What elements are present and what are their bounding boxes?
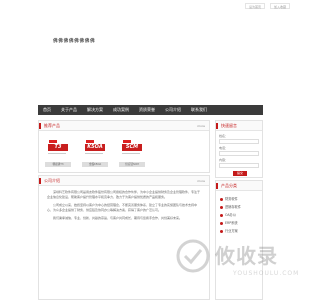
list-item-label: OA办公	[225, 213, 237, 217]
product-name: T3	[48, 144, 68, 151]
nav-item-contact[interactable]: 联系我们	[186, 105, 212, 115]
product-caption[interactable]: 供应链SCM	[119, 162, 145, 167]
accent-bar	[39, 178, 41, 184]
product-card[interactable]: K5OA 金蝶K5OA	[82, 138, 108, 167]
brand-tag	[123, 140, 131, 143]
product-image[interactable]: K5OA	[82, 138, 108, 160]
product-card[interactable]: SCM 供应链SCM	[119, 138, 145, 167]
bullet-icon	[220, 205, 223, 209]
bullet-icon	[220, 213, 223, 217]
panel-header: 推荐产品 more	[39, 121, 209, 131]
list-item[interactable]: ERP系统	[220, 219, 241, 227]
list-item-label: 财务软件	[225, 197, 238, 201]
bullet-icon	[220, 197, 223, 201]
panel-title: 产品分类	[221, 183, 237, 188]
category-list: 财务软件 进销存软件 OA办公 ERP系统 行业方案	[220, 195, 241, 235]
accent-bar	[216, 123, 218, 129]
more-link[interactable]: more	[197, 179, 205, 183]
phone-field[interactable]	[219, 151, 259, 156]
intro-paragraph: 公司成立以来，始终坚持以客户为中心的经营理念，不断完善服务体系，建立了专业的实施…	[47, 203, 198, 212]
product-name: SCM	[122, 144, 142, 151]
nav-item-cases[interactable]: 成功案例	[108, 105, 134, 115]
panel-title: 公司介绍	[44, 178, 60, 183]
list-item[interactable]: 财务软件	[220, 195, 241, 203]
nav-item-solutions[interactable]: 解决方案	[82, 105, 108, 115]
intro-text: 深圳科艺软件有限公司是用友软件股份有限公司授权的合作伙伴，为中小企业提供财务及企…	[47, 190, 201, 224]
list-item[interactable]: 进销存软件	[220, 203, 241, 211]
watermark-subtext: YOUSHOULU.COM	[233, 270, 300, 277]
name-field[interactable]	[219, 139, 259, 144]
nav-item-products[interactable]: 关于产品	[56, 105, 82, 115]
brand-tag	[86, 140, 94, 143]
submit-button[interactable]: 提交	[233, 171, 247, 176]
content-label: 内容：	[219, 158, 229, 162]
site-title: 佛佛佛佛佛佛佛佛	[53, 39, 96, 44]
product-image[interactable]: T3	[45, 138, 71, 160]
watermark-logo-icon	[176, 239, 210, 273]
nav-item-about[interactable]: 公司介绍	[160, 105, 186, 115]
panel-title: 推荐产品	[44, 123, 60, 128]
product-card[interactable]: T3 畅捷通T3	[45, 138, 71, 167]
accent-bar	[39, 123, 41, 129]
list-item-label: 进销存软件	[225, 205, 241, 209]
divider	[122, 153, 140, 154]
recommended-products-panel: 推荐产品 more T3 畅捷通T3 K5OA 金蝶K5OA SCM 供应链SC…	[38, 120, 210, 173]
product-caption[interactable]: 金蝶K5OA	[82, 162, 108, 167]
watermark-text: 攸收录	[215, 244, 278, 268]
panel-title: 快速留言	[221, 123, 237, 128]
product-image[interactable]: SCM	[119, 138, 145, 160]
intro-paragraph: 我们秉承诚信、专业、创新、共赢的宗旨，与客户共同成长，期待与您携手合作，共创美好…	[53, 216, 183, 220]
list-item[interactable]: OA办公	[220, 211, 241, 219]
quick-message-panel: 快速留言 姓名： 电话： 内容： 提交	[215, 120, 263, 178]
site-header: 佛佛佛佛佛佛佛佛	[0, 0, 300, 95]
accent-bar	[216, 183, 218, 189]
name-label: 姓名：	[219, 134, 229, 138]
list-item-label: ERP系统	[225, 221, 238, 225]
panel-header: 公司介绍 more	[39, 176, 209, 186]
brand-tag	[49, 140, 57, 143]
product-name: K5OA	[85, 144, 105, 151]
panel-header: 产品分类	[216, 181, 262, 191]
product-caption[interactable]: 畅捷通T3	[45, 162, 71, 167]
nav-item-honors[interactable]: 资质荣誉	[134, 105, 160, 115]
intro-paragraph: 深圳科艺软件有限公司是用友软件股份有限公司授权的合作伙伴，为中小企业提供财务及企…	[47, 190, 201, 199]
content-field[interactable]	[219, 163, 259, 168]
more-link[interactable]: more	[197, 124, 205, 128]
nav-item-home[interactable]: 首页	[38, 105, 56, 115]
divider	[85, 153, 103, 154]
panel-header: 快速留言	[216, 121, 262, 131]
phone-label: 电话：	[219, 146, 229, 150]
main-nav: 首页 关于产品 解决方案 成功案例 资质荣誉 公司介绍 联系我们	[38, 105, 263, 115]
divider	[48, 153, 66, 154]
bullet-icon	[220, 221, 223, 225]
watermark: 攸收录 YOUSHOULU.COM	[175, 230, 298, 300]
